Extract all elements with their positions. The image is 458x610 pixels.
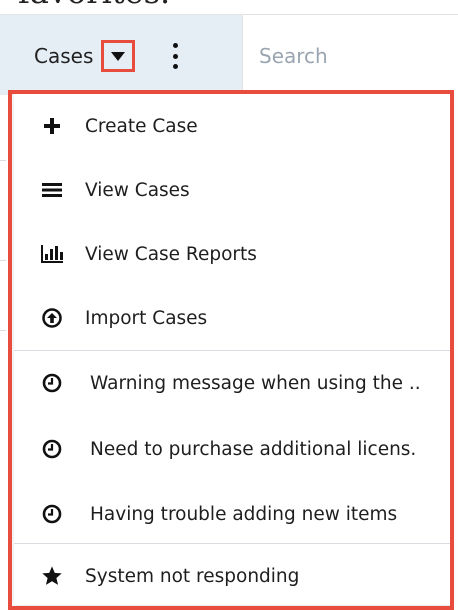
plus-icon bbox=[38, 112, 66, 140]
search-area bbox=[242, 15, 458, 95]
search-input[interactable] bbox=[257, 40, 451, 72]
module-tab-cases[interactable]: Cases bbox=[34, 41, 93, 71]
recent-item-label: Having trouble adding new items bbox=[90, 503, 398, 525]
caret-down-icon bbox=[111, 51, 125, 61]
kebab-dot-icon bbox=[172, 53, 178, 59]
page-heading: favorites. bbox=[18, 0, 170, 11]
clock-icon bbox=[38, 435, 66, 463]
recent-item-label: Need to purchase additional licens. bbox=[90, 438, 417, 460]
menu-item-label: Create Case bbox=[85, 115, 198, 137]
module-tab-area: Cases bbox=[0, 15, 242, 95]
module-dropdown-menu: Create Case View Cases View Case Reports… bbox=[14, 93, 452, 605]
recent-item[interactable]: Warning message when using the .. bbox=[14, 351, 452, 415]
favorite-item[interactable]: System not responding bbox=[14, 544, 452, 608]
menu-item-create-case[interactable]: Create Case bbox=[14, 94, 452, 158]
recent-item-label: Warning message when using the .. bbox=[90, 372, 421, 394]
menu-item-label: View Cases bbox=[85, 179, 190, 201]
clock-icon bbox=[38, 369, 66, 397]
kebab-dot-icon bbox=[172, 43, 178, 48]
background-divider bbox=[0, 330, 6, 331]
recent-item[interactable]: Having trouble adding new items bbox=[14, 482, 452, 546]
background-divider bbox=[0, 160, 6, 161]
list-icon bbox=[38, 176, 66, 204]
clock-icon bbox=[38, 500, 66, 528]
module-menu-toggle-button[interactable] bbox=[101, 40, 135, 72]
background-divider bbox=[0, 260, 6, 261]
menu-item-view-cases[interactable]: View Cases bbox=[14, 158, 452, 222]
menu-item-label: View Case Reports bbox=[85, 243, 257, 265]
kebab-dot-icon bbox=[172, 64, 178, 69]
menu-item-import-cases[interactable]: Import Cases bbox=[14, 286, 452, 350]
module-nav-bar: Cases bbox=[0, 14, 458, 95]
bar-chart-icon bbox=[38, 240, 66, 268]
star-icon bbox=[38, 562, 66, 590]
favorite-item-label: System not responding bbox=[85, 565, 300, 587]
menu-item-label: Import Cases bbox=[85, 307, 208, 329]
recent-item[interactable]: Need to purchase additional licens. bbox=[14, 417, 452, 481]
more-options-button[interactable] bbox=[168, 43, 182, 69]
menu-item-view-case-reports[interactable]: View Case Reports bbox=[14, 222, 452, 286]
upload-circle-icon bbox=[38, 304, 66, 332]
